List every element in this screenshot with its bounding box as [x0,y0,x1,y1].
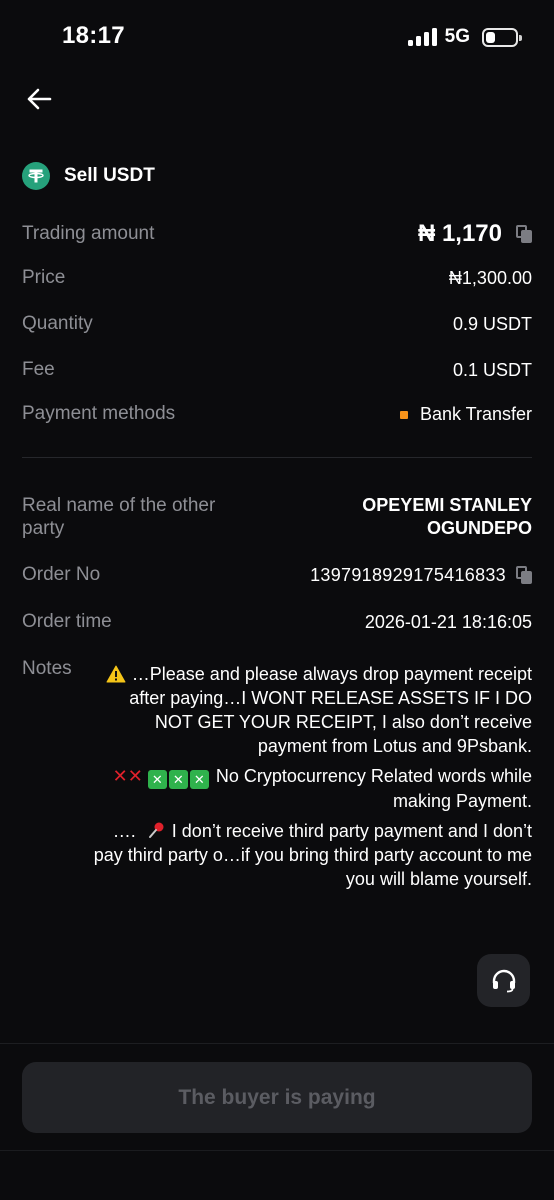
buyer-paying-status-button[interactable]: The buyer is paying [22,1062,532,1133]
trading-amount-row: Trading amount ₦ 1,170 [22,216,532,252]
notes-label: Notes [22,658,72,679]
battery-icon [482,27,522,47]
payment-methods-label: Payment methods [22,403,176,424]
red-x-icon: ✕ [127,766,143,786]
footer-divider [0,1043,554,1044]
order-time-label: Order time [22,611,112,632]
real-name-row: Real name of the other party OPEYEMI STA… [22,494,532,540]
green-x-icon: ✕ [147,770,167,789]
real-name-label: Real name of the other party [22,495,216,539]
copy-icon[interactable] [516,225,532,243]
red-x-icon: ✕ [112,766,128,786]
back-button[interactable] [22,84,56,114]
status-indicators: 5G [407,26,522,48]
green-x-icon: ✕ [189,770,209,789]
real-name-value: OPEYEMI STANLEY OGUNDEPO [362,495,532,538]
order-no-value-group: 1397918929175416833 [310,565,532,586]
network-type: 5G [444,26,470,47]
price-row: Price ₦1,300.00 [22,264,532,292]
notes-line-3-prefix: …. [112,821,136,841]
price-value: ₦1,300.00 [448,267,532,288]
fee-row: Fee 0.1 USDT [22,356,532,384]
order-title: Sell USDT [22,161,155,191]
trading-amount-label: Trading amount [22,223,155,244]
copy-icon[interactable] [516,566,532,584]
signal-icon [407,28,437,46]
arrow-left-icon [27,88,52,110]
tether-icon [22,162,50,190]
notes-paragraph-3: …. I don’t receive third party payment a… [92,819,532,891]
green-x-icon: ✕ [168,770,188,789]
quantity-value: 0.9 USDT [452,313,532,334]
quantity-label: Quantity [22,313,93,334]
trading-amount-value: ₦ 1,170 [417,220,502,247]
warning-icon [106,665,126,683]
headset-icon [492,969,515,992]
section-divider [22,457,532,458]
order-time-row: Order time 2026-01-21 18:16:05 [22,608,532,636]
customer-support-button[interactable] [477,954,530,1007]
status-time: 18:17 [62,22,125,49]
notes-line-1: …Please and please always drop payment r… [129,664,532,756]
order-no-label: Order No [22,564,101,585]
order-no-row: Order No 1397918929175416833 [22,561,532,589]
bottom-divider [0,1150,554,1151]
status-bar: 18:17 5G [0,0,554,72]
payment-methods-row: Payment methods Bank Transfer [22,400,532,428]
payment-method-value: Bank Transfer [419,403,532,424]
quantity-row: Quantity 0.9 USDT [22,310,532,338]
payment-method-value-group: Bank Transfer [399,403,532,425]
order-time-value: 2026-01-21 18:16:05 [364,611,532,632]
notes-text: …Please and please always drop payment r… [92,662,532,897]
notes-paragraph-1: …Please and please always drop payment r… [92,662,532,758]
price-label: Price [22,267,66,288]
page-title: Sell USDT [64,165,155,186]
trading-amount-value-group: ₦ 1,170 [418,220,532,248]
notes-paragraph-2: ✕✕ ✕ ✕ ✕ No Cryptocurrency Related words w… [92,764,532,813]
order-no-value: 1397918929175416833 [310,564,506,585]
pushpin-icon [148,822,164,838]
fee-label: Fee [22,359,55,380]
order-detail-screen: 18:17 5G Sell USDT Trading amount ₦ 1,17… [0,0,554,1200]
fee-value: 0.1 USDT [452,359,532,380]
payment-method-color-dot [399,410,408,419]
notes-line-2: No Cryptocurrency Related words while ma… [215,766,532,811]
